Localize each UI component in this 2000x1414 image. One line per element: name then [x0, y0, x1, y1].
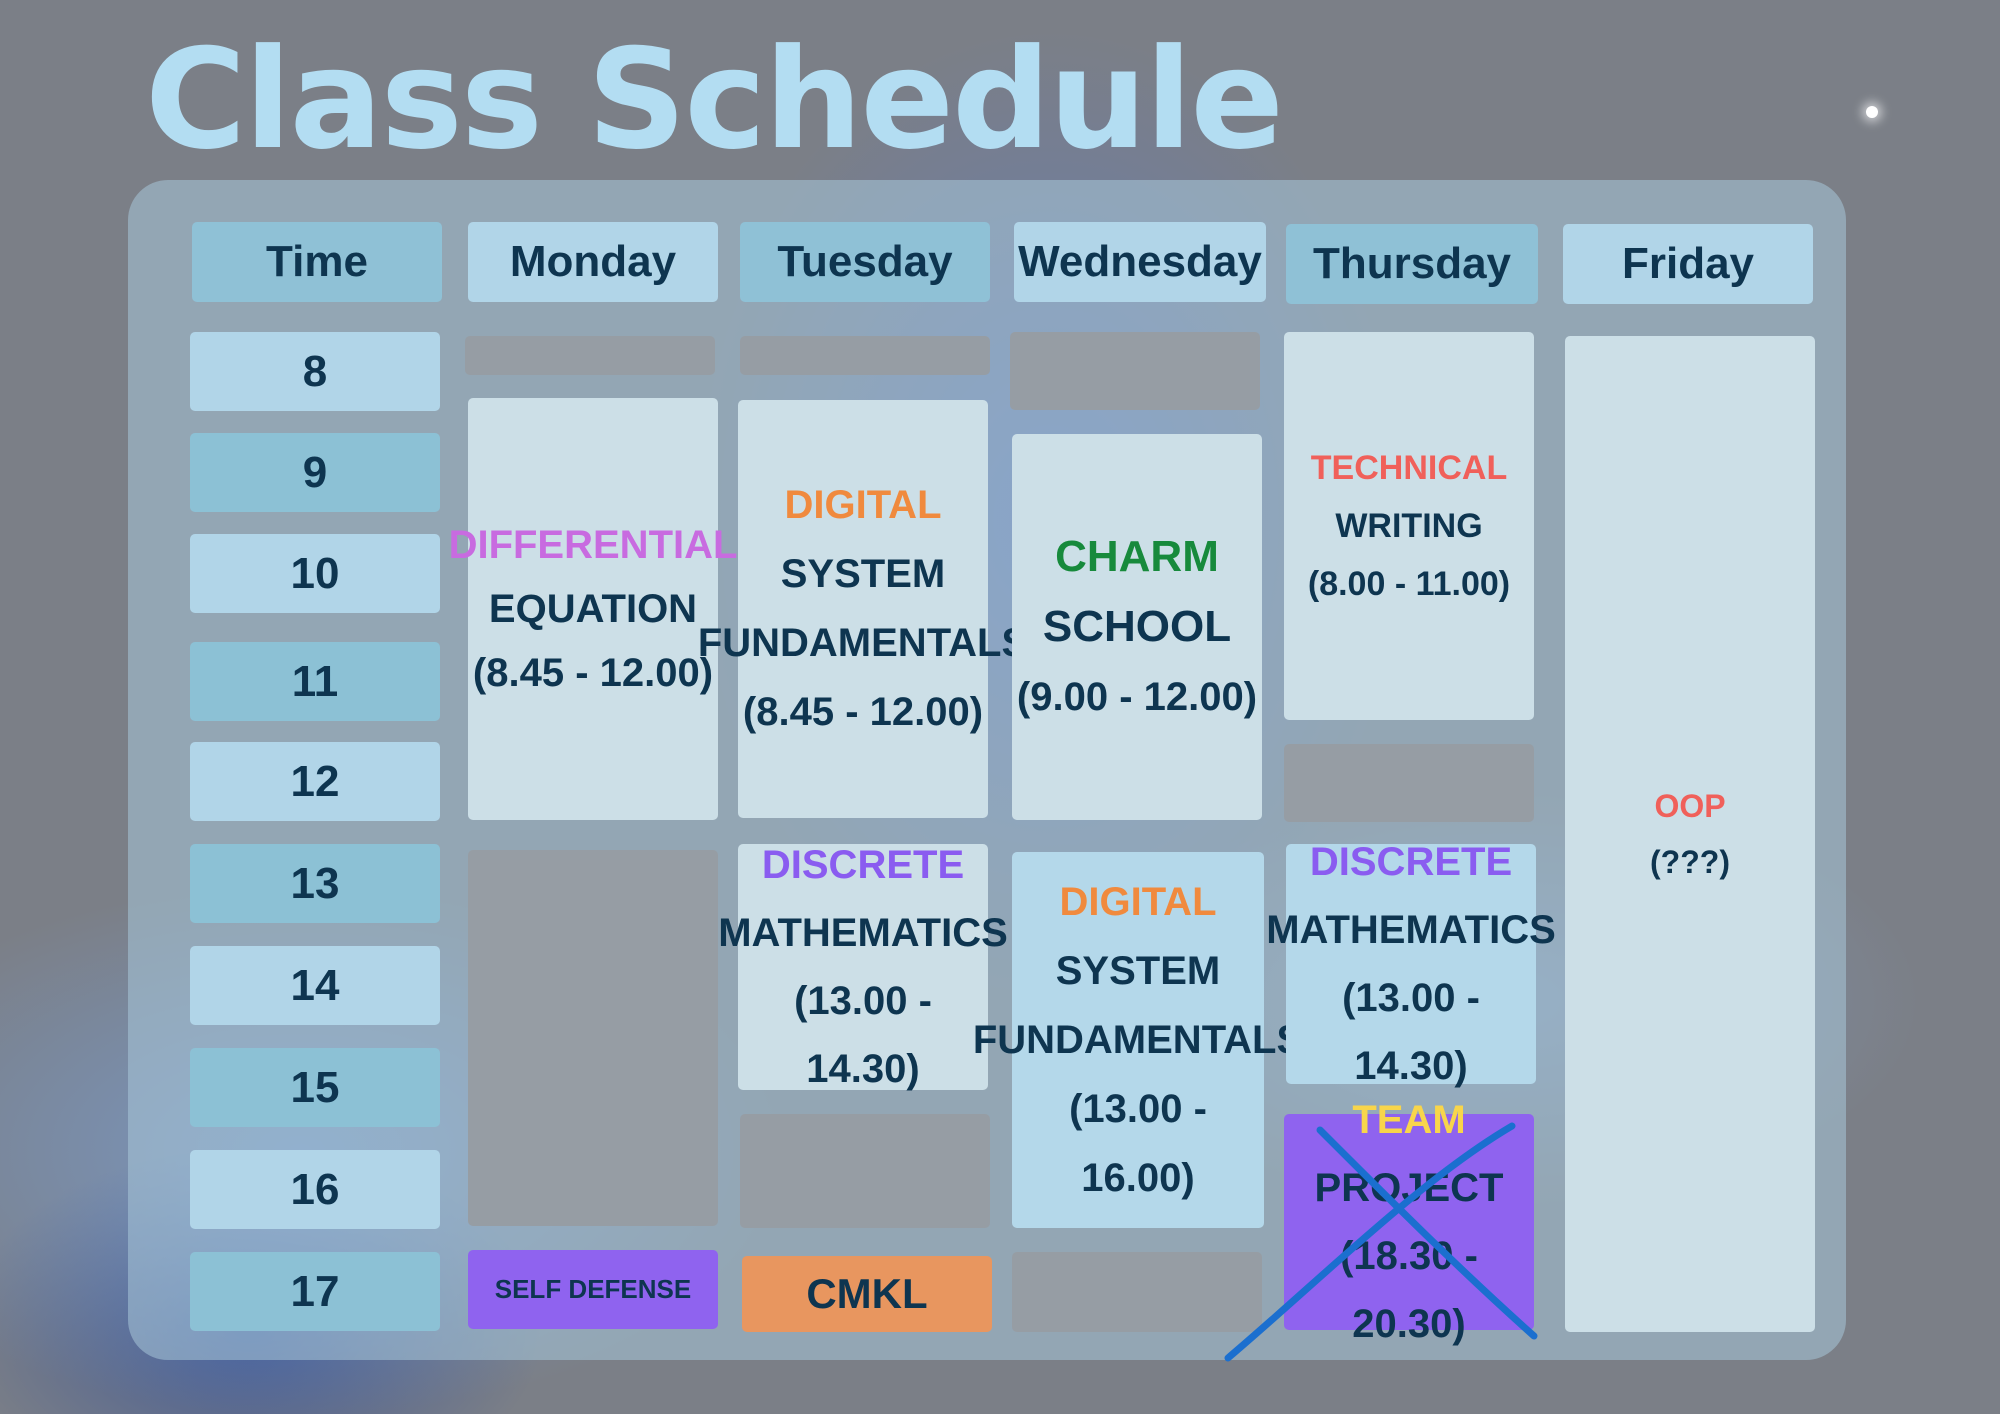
cross-out-mark	[1224, 1122, 1538, 1362]
